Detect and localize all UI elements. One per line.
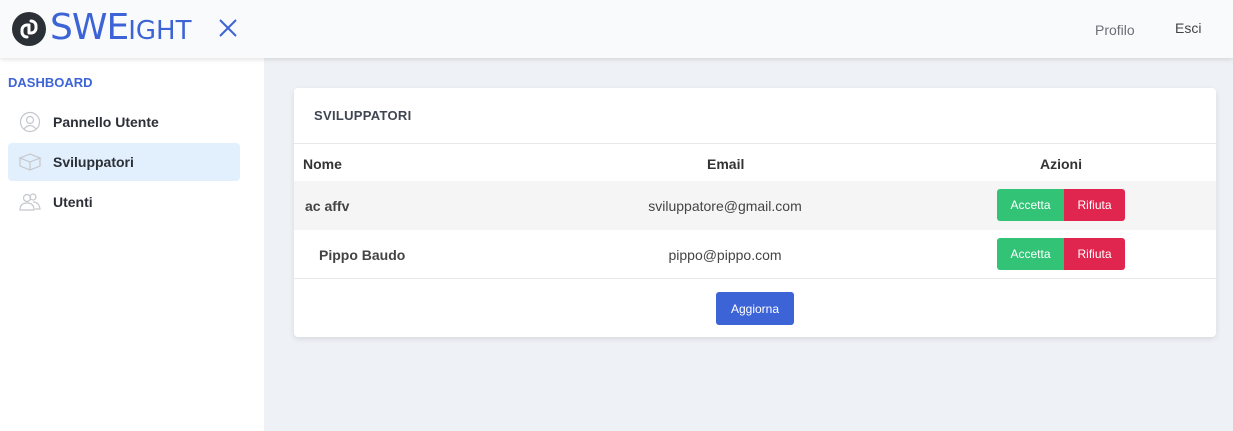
- logout-link[interactable]: Esci: [1175, 20, 1201, 36]
- logo-link-icon: [12, 12, 46, 46]
- developers-card: SVILUPPATORI Nome Email Azioni ac affv s…: [294, 88, 1216, 337]
- table-row: Pippo Baudo pippo@pippo.com Accetta Rifi…: [294, 230, 1216, 279]
- sidebar-item-sviluppatori[interactable]: Sviluppatori: [8, 143, 240, 181]
- close-menu-button[interactable]: [216, 16, 240, 40]
- reject-button[interactable]: Rifiuta: [1064, 189, 1125, 221]
- user-circle-icon: [18, 110, 42, 134]
- sidebar-title: DASHBOARD: [8, 75, 93, 90]
- column-header-azioni: Azioni: [1040, 156, 1082, 172]
- reject-button[interactable]: Rifiuta: [1064, 238, 1125, 270]
- users-icon: [18, 190, 42, 214]
- logo-text-small: IGHT: [128, 15, 192, 46]
- divider: [294, 278, 1216, 279]
- divider: [294, 143, 1216, 144]
- card-title: SVILUPPATORI: [314, 108, 412, 123]
- table-row: ac affv sviluppatore@gmail.com Accetta R…: [294, 181, 1216, 230]
- top-header: SWEIGHT Profilo Esci: [0, 0, 1233, 58]
- sidebar-item-label: Utenti: [53, 194, 93, 210]
- accept-button[interactable]: Accetta: [997, 238, 1064, 270]
- box-icon: [18, 150, 42, 174]
- logo[interactable]: SWEIGHT: [12, 6, 192, 51]
- accept-button[interactable]: Accetta: [997, 189, 1064, 221]
- sidebar-item-pannello-utente[interactable]: Pannello Utente: [8, 103, 240, 141]
- sidebar-item-utenti[interactable]: Utenti: [8, 183, 240, 221]
- close-icon: [219, 19, 237, 37]
- sidebar: DASHBOARD Pannello Utente Sviluppatori U…: [0, 58, 264, 431]
- refresh-button[interactable]: Aggiorna: [716, 292, 794, 325]
- logo-text: SWEIGHT: [50, 6, 192, 51]
- profile-link[interactable]: Profilo: [1095, 22, 1135, 38]
- sidebar-item-label: Pannello Utente: [53, 114, 159, 130]
- sidebar-item-label: Sviluppatori: [53, 154, 134, 170]
- logo-text-big: SWE: [50, 6, 129, 48]
- column-header-email: Email: [707, 156, 745, 172]
- column-header-nome: Nome: [303, 156, 342, 172]
